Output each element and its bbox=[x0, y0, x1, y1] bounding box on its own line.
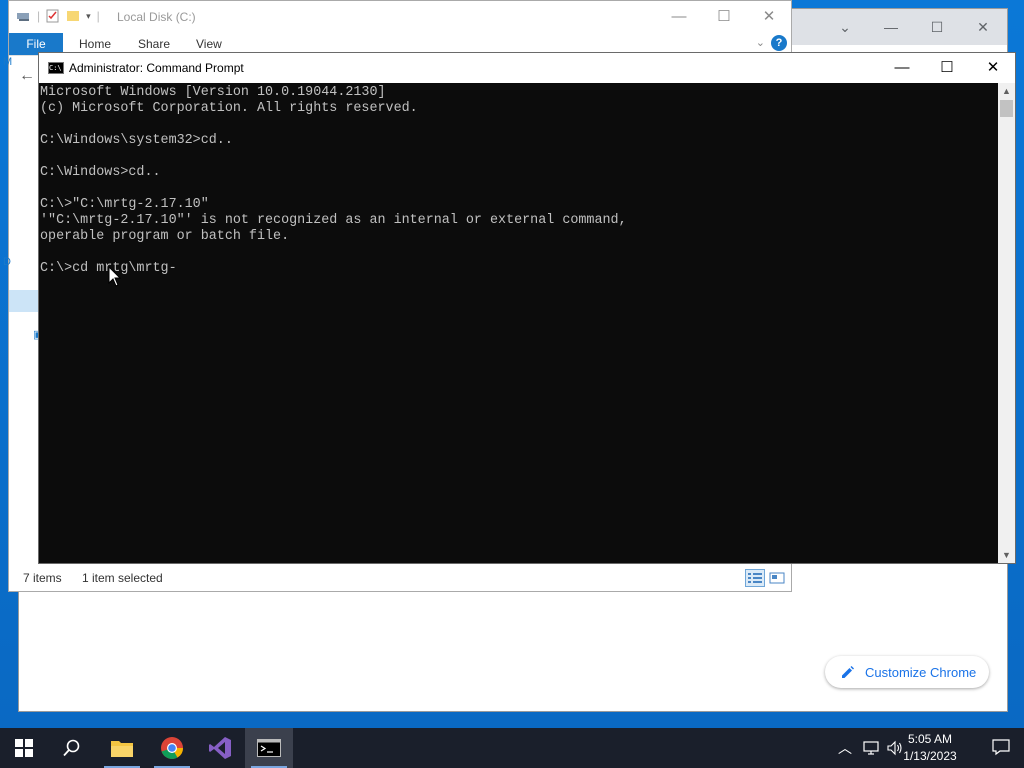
cmd-icon bbox=[257, 739, 281, 757]
details-view-button[interactable] bbox=[745, 569, 765, 587]
network-icon bbox=[863, 741, 879, 755]
chevron-up-icon: ︿ bbox=[838, 740, 852, 756]
qat-separator: | bbox=[96, 9, 100, 23]
console-line: Microsoft Windows [Version 10.0.19044.21… bbox=[40, 85, 386, 100]
cmd-minimize-button[interactable]: — bbox=[888, 58, 916, 78]
taskbar: ︿ 5:05 AM 1/13/2023 bbox=[0, 728, 1024, 768]
drive-icon bbox=[17, 13, 29, 21]
console-line: C:\Windows\system32>cd.. bbox=[40, 133, 233, 148]
explorer-title: Local Disk (C:) bbox=[117, 10, 196, 24]
ribbon-tab-view[interactable]: View bbox=[196, 37, 222, 51]
qat-dropdown-icon[interactable]: ▾ bbox=[86, 11, 91, 22]
cmd-scrollbar[interactable]: ▲ ▼ bbox=[998, 83, 1015, 563]
taskbar-command-prompt[interactable] bbox=[245, 728, 293, 768]
cmd-title: Administrator: Command Prompt bbox=[69, 61, 244, 75]
selection-count: 1 item selected bbox=[82, 571, 163, 585]
network-tray-icon[interactable] bbox=[862, 728, 880, 768]
item-count: 7 items bbox=[23, 571, 62, 585]
command-prompt-window[interactable]: C:\ Administrator: Command Prompt — ☐ ✕ … bbox=[38, 52, 1016, 564]
cmd-app-icon[interactable]: C:\ bbox=[48, 62, 64, 74]
large-icons-view-button[interactable] bbox=[767, 569, 787, 587]
console-line: '"C:\mrtg-2.17.10"' is not recognized as… bbox=[40, 213, 627, 228]
taskbar-chrome[interactable] bbox=[148, 728, 196, 768]
nav-pane-selected-item[interactable] bbox=[9, 290, 39, 312]
properties-icon[interactable] bbox=[46, 9, 60, 23]
help-icon[interactable]: ? bbox=[771, 35, 787, 51]
folder-icon bbox=[111, 741, 133, 757]
search-button[interactable] bbox=[48, 728, 96, 768]
show-hidden-icons-button[interactable]: ︿ bbox=[838, 728, 852, 768]
console-line: C:\Windows>cd.. bbox=[40, 165, 161, 180]
explorer-titlebar[interactable]: | ▾ | Local Disk (C:) — ☐ ✕ bbox=[9, 1, 791, 33]
search-icon bbox=[63, 739, 80, 757]
customize-chrome-button[interactable]: Customize Chrome bbox=[825, 656, 989, 688]
taskbar-visual-studio[interactable] bbox=[196, 728, 244, 768]
new-folder-icon[interactable] bbox=[66, 9, 80, 23]
console-input-line[interactable]: C:\>cd mrtg\mrtg- bbox=[40, 261, 999, 277]
chrome-tab-search-icon[interactable]: ⌄ bbox=[835, 17, 855, 37]
system-clock[interactable]: 5:05 AM 1/13/2023 bbox=[894, 731, 966, 765]
chrome-close-button[interactable]: ✕ bbox=[973, 17, 993, 37]
cmd-maximize-button[interactable]: ☐ bbox=[933, 58, 961, 78]
notification-center-icon[interactable] bbox=[992, 738, 1010, 756]
large-icons-view-icon bbox=[769, 572, 785, 584]
console-line: operable program or batch file. bbox=[40, 229, 290, 244]
cmd-titlebar[interactable]: C:\ Administrator: Command Prompt — ☐ ✕ bbox=[39, 53, 1015, 83]
taskbar-file-explorer[interactable] bbox=[98, 728, 146, 768]
windows-logo-icon bbox=[15, 739, 33, 757]
pencil-icon bbox=[842, 666, 854, 678]
quick-access-toolbar: | ▾ | bbox=[17, 9, 100, 23]
visual-studio-icon bbox=[209, 737, 231, 759]
chrome-minimize-button[interactable]: — bbox=[881, 17, 901, 37]
explorer-minimize-button[interactable]: — bbox=[665, 7, 693, 27]
console-line: (c) Microsoft Corporation. All rights re… bbox=[40, 101, 418, 116]
customize-chrome-label: Customize Chrome bbox=[865, 664, 977, 680]
explorer-status-bar: 7 items 1 item selected bbox=[9, 565, 791, 591]
ribbon-expand-icon[interactable]: ⌄ bbox=[756, 36, 765, 49]
scroll-thumb[interactable] bbox=[1000, 100, 1013, 117]
cmd-close-button[interactable]: ✕ bbox=[979, 58, 1007, 78]
console-line: C:\>"C:\mrtg-2.17.10" bbox=[40, 197, 209, 212]
start-button[interactable] bbox=[0, 728, 48, 768]
back-arrow-icon[interactable]: ← bbox=[19, 67, 35, 85]
chrome-maximize-button[interactable]: ☐ bbox=[927, 17, 947, 37]
scroll-down-icon[interactable]: ▼ bbox=[998, 547, 1015, 563]
explorer-close-button[interactable]: ✕ bbox=[755, 7, 783, 27]
ribbon-tab-home[interactable]: Home bbox=[79, 37, 111, 51]
details-view-icon bbox=[748, 573, 762, 583]
mouse-pointer-icon bbox=[108, 266, 122, 287]
nav-pane-item[interactable]: M bbox=[3, 56, 12, 68]
cmd-console-output[interactable]: Microsoft Windows [Version 10.0.19044.21… bbox=[39, 83, 999, 563]
clock-time: 5:05 AM bbox=[907, 732, 953, 746]
nav-pane-item[interactable]: D bbox=[3, 256, 11, 268]
qat-separator: | bbox=[37, 9, 41, 23]
clock-date: 1/13/2023 bbox=[903, 749, 957, 763]
ribbon-tab-share[interactable]: Share bbox=[138, 37, 170, 51]
chrome-icon bbox=[161, 737, 183, 759]
scroll-up-icon[interactable]: ▲ bbox=[998, 83, 1015, 99]
explorer-maximize-button[interactable]: ☐ bbox=[710, 7, 738, 27]
